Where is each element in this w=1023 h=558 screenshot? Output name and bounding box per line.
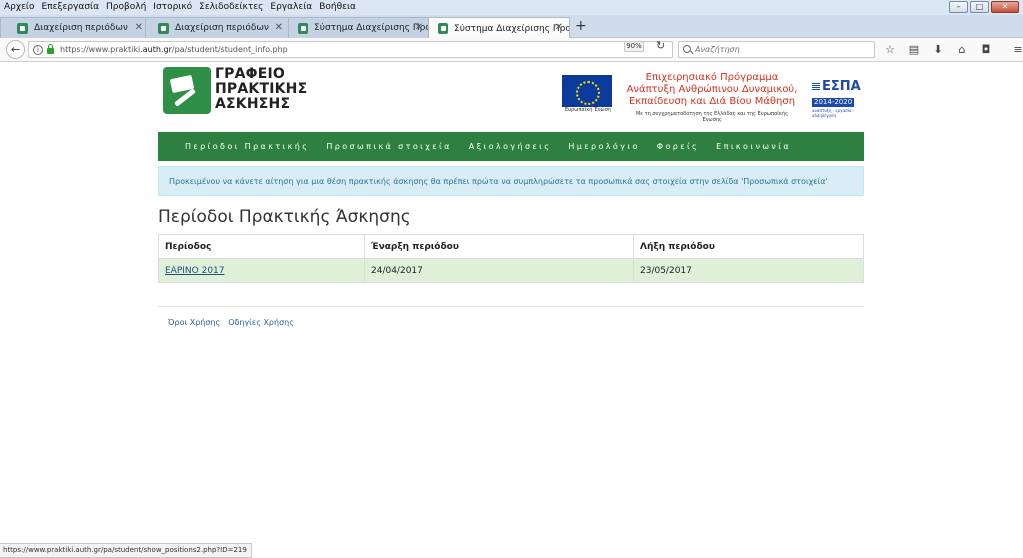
office-logo-icon[interactable] (163, 67, 211, 114)
start-date-cell: 24/04/2017 (364, 258, 634, 283)
maximize-button[interactable]: □ (970, 1, 989, 13)
eu-caption: Ευρωπαϊκή Ένωση (564, 107, 612, 113)
nav-link-evaluations[interactable]: Αξιολογήσεις (469, 142, 552, 151)
alert-text: Προκειμένου να κάνετε αίτηση για μια θέσ… (169, 176, 828, 186)
tab-close-icon[interactable]: ✕ (135, 22, 143, 33)
navigation-toolbar: ← i https://www.praktiki.auth.gr/pa/stud… (0, 38, 1023, 62)
nav-link-personal-info[interactable]: Προσωπικά στοιχεία (326, 142, 451, 151)
window-controls: – □ ✕ (949, 1, 1019, 13)
logo-line: ΠΡΑΚΤΙΚΗΣ (215, 81, 308, 97)
footer-divider (158, 306, 864, 307)
site-favicon-icon (298, 22, 309, 34)
period-cell: ΕΑΡΙΝΟ 2017 (158, 258, 365, 283)
terms-of-use-link[interactable]: Όροι Χρήσης (168, 318, 220, 327)
address-bar[interactable]: i https://www.praktiki.auth.gr/pa/studen… (28, 41, 673, 58)
page-content: ΓΡΑΦΕΙΟ ΠΡΑΚΤΙΚΗΣ ΑΣΚΗΣΗΣ Ευρωπαϊκή Ένωσ… (0, 63, 1023, 543)
toolbar-icons: ☆ ▤ ⬇ ⌂ ◘ ≡ (882, 42, 1023, 57)
menu-view[interactable]: Προβολή (102, 0, 149, 15)
eu-flag-icon (562, 75, 612, 107)
footer-links: Όροι Χρήσης Οδηγίες Χρήσης (168, 318, 294, 327)
tab-close-icon[interactable]: ✕ (275, 22, 283, 33)
nav-link-calendar[interactable]: Ημερολόγιο (568, 142, 639, 151)
reload-icon[interactable]: ↻ (656, 39, 665, 52)
tab-strip: Διαχείριση περιόδων ✕ Διαχείριση περιόδω… (0, 15, 1023, 39)
greek-flag-icon (812, 83, 820, 90)
close-window-button[interactable]: ✕ (991, 1, 1019, 13)
site-favicon-icon (17, 22, 28, 34)
periods-table: Περίοδος Έναρξη περιόδου Λήξη περιόδου Ε… (158, 234, 864, 283)
hamburger-menu-icon[interactable]: ≡ (1010, 42, 1023, 57)
lock-icon (47, 44, 54, 54)
site-favicon-icon (158, 22, 169, 34)
logo-line: ΓΡΑΦΕΙΟ (215, 66, 285, 82)
tab-close-icon[interactable]: ✕ (415, 22, 423, 33)
search-icon (683, 45, 691, 53)
bookmark-star-icon[interactable]: ☆ (882, 42, 898, 57)
nav-link-contact[interactable]: Επικοινωνία (716, 142, 791, 151)
page-title: Περίοδοι Πρακτικής Άσκησης (158, 207, 411, 227)
program-title: Επιχειρησιακό Πρόγραμμα Ανάπτυξη Ανθρώπι… (626, 72, 798, 108)
search-box[interactable] (678, 41, 875, 58)
browser-tab-2[interactable]: Διαχείριση περιόδων ✕ (145, 17, 290, 38)
new-tab-plus-icon[interactable]: + (575, 18, 587, 34)
back-arrow-icon[interactable]: ← (6, 40, 25, 59)
browser-tab-1[interactable]: Διαχείριση περιόδων ✕ (0, 17, 150, 38)
program-line: Εκπαίδευση και Διά Βίου Μάθηση (628, 96, 796, 107)
nav-link-organizations[interactable]: Φορείς (657, 142, 699, 151)
library-icon[interactable]: ▤ (906, 42, 922, 57)
minimize-button[interactable]: – (949, 1, 968, 13)
office-logo-text[interactable]: ΓΡΑΦΕΙΟ ΠΡΑΚΤΙΚΗΣ ΑΣΚΗΣΗΣ (215, 67, 307, 112)
program-line: Επιχειρησιακό Πρόγραμμα (645, 72, 779, 83)
column-header-period: Περίοδος (158, 234, 365, 259)
tab-title: Διαχείριση περιόδων (34, 23, 128, 33)
usage-instructions-link[interactable]: Οδηγίες Χρήσης (228, 318, 294, 327)
menu-history[interactable]: Ιστορικό (149, 0, 195, 15)
nav-link-periods[interactable]: Περίοδοι Πρακτικής (185, 142, 309, 151)
espa-words: ανάπτυξη - εργασία - αλληλεγγύη (812, 108, 855, 118)
search-input[interactable] (695, 43, 870, 56)
menu-help[interactable]: Βοήθεια (315, 0, 359, 15)
tab-title: Διαχείριση περιόδων (175, 23, 269, 33)
program-subtitle: Με τη συγχρηματοδότηση της Ελλάδας και τ… (635, 111, 789, 123)
logo-line: ΑΣΚΗΣΗΣ (215, 96, 291, 112)
browser-tab-3[interactable]: Σύστημα Διαχείρισης Πρα... ✕ (288, 17, 430, 38)
table-row: ΕΑΡΙΝΟ 2017 24/04/2017 23/05/2017 (158, 258, 864, 283)
espa-years: 2014-2020 (812, 98, 855, 107)
pocket-icon[interactable]: ◘ (978, 42, 994, 57)
table-header-row: Περίοδος Έναρξη περιόδου Λήξη περιόδου (158, 234, 864, 259)
end-date-cell: 23/05/2017 (633, 258, 864, 283)
site-favicon-icon (438, 23, 449, 34)
tab-close-icon[interactable]: ✕ (555, 22, 563, 33)
menu-bar: Αρχείο Επεξεργασία Προβολή Ιστορικό Σελι… (0, 0, 1023, 15)
column-header-start: Έναρξη περιόδου (364, 234, 634, 259)
menu-edit[interactable]: Επεξεργασία (38, 0, 103, 15)
tab-title: Σύστημα Διαχείρισης Πρα... (314, 23, 429, 33)
info-alert: Προκειμένου να κάνετε αίτηση για μια θέσ… (158, 166, 864, 196)
column-header-end: Λήξη περιόδου (633, 234, 864, 259)
browser-tab-4-active[interactable]: Σύστημα Διαχείρισης Πρα... ✕ (428, 17, 570, 39)
download-icon[interactable]: ⬇ (930, 42, 946, 57)
menu-file[interactable]: Αρχείο (0, 0, 38, 15)
tab-title: Σύστημα Διαχείρισης Πρα... (454, 23, 569, 34)
menu-tools[interactable]: Εργαλεία (266, 0, 315, 15)
menu-bookmarks[interactable]: Σελιδοδείκτες (195, 0, 266, 15)
main-navigation: Περίοδοι Πρακτικής Προσωπικά στοιχεία Αξ… (158, 132, 864, 161)
status-bar-url: https://www.praktiki.auth.gr/pa/student/… (0, 543, 252, 558)
espa-logo: ΕΣΠΑ 2014-2020 ανάπτυξη - εργασία - αλλη… (812, 80, 864, 118)
url-text: https://www.praktiki.auth.gr/pa/student/… (60, 45, 288, 54)
program-line: Ανάπτυξη Ανθρώπινου Δυναμικού, (626, 84, 798, 95)
info-icon[interactable]: i (33, 44, 43, 55)
zoom-level-badge[interactable]: 90% (624, 41, 644, 52)
home-icon[interactable]: ⌂ (954, 42, 970, 57)
period-link[interactable]: ΕΑΡΙΝΟ 2017 (165, 266, 225, 276)
